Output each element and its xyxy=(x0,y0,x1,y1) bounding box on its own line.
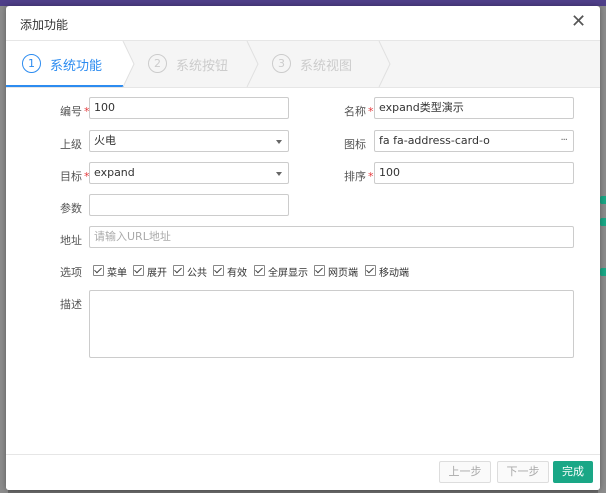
step-separator-icon xyxy=(122,41,135,87)
finish-button[interactable]: 完成 xyxy=(553,461,593,483)
step-number: 1 xyxy=(22,54,41,73)
icon-input-value: fa fa-address-card-o xyxy=(379,134,490,147)
parent-select-value: 火电 xyxy=(94,134,116,147)
required-mark: * xyxy=(368,170,374,183)
add-function-dialog: 添加功能 ✕ 1 系统功能 2 系统按钮 3 系统视图 编号 * 100 名称 * xyxy=(6,6,600,490)
sort-label: 排序 * xyxy=(344,170,374,183)
target-select-value: expand xyxy=(94,166,135,179)
step-number: 2 xyxy=(148,54,167,73)
background-marker xyxy=(600,218,606,226)
checkbox-checked-icon[interactable] xyxy=(314,265,325,276)
address-label: 地址 xyxy=(60,234,82,247)
description-textarea[interactable] xyxy=(89,290,574,358)
code-label: 编号 * xyxy=(60,105,90,118)
checkbox-checked-icon[interactable] xyxy=(213,265,224,276)
code-input[interactable]: 100 xyxy=(89,97,289,119)
checkbox-checked-icon[interactable] xyxy=(133,265,144,276)
dialog-title: 添加功能 xyxy=(20,18,69,32)
options-label: 选项 xyxy=(60,266,82,279)
background-marker xyxy=(600,268,606,276)
step-separator-icon xyxy=(246,41,259,87)
checkbox-checked-icon[interactable] xyxy=(93,265,104,276)
prev-button[interactable]: 上一步 xyxy=(439,461,491,483)
dialog-footer: 上一步 下一步 完成 xyxy=(6,454,600,490)
parent-select[interactable]: 火电 xyxy=(89,130,289,152)
checkbox-checked-icon[interactable] xyxy=(365,265,376,276)
function-form: 编号 * 100 名称 * expand类型演示 上级 火电 图标 fa fa-ad… xyxy=(6,86,600,446)
required-mark: * xyxy=(368,105,374,118)
step-label: 系统功能 xyxy=(50,59,103,74)
checkbox-checked-icon[interactable] xyxy=(173,265,184,276)
background-marker xyxy=(600,196,606,204)
name-label: 名称 * xyxy=(344,105,374,118)
target-label: 目标 * xyxy=(60,170,90,183)
description-label: 描述 xyxy=(60,298,82,311)
name-input[interactable]: expand类型演示 xyxy=(374,97,574,119)
step-number: 3 xyxy=(272,54,291,73)
checkbox-checked-icon[interactable] xyxy=(254,265,265,276)
step-label: 系统按钮 xyxy=(176,59,229,74)
next-button[interactable]: 下一步 xyxy=(497,461,549,483)
wizard-steps: 1 系统功能 2 系统按钮 3 系统视图 xyxy=(6,40,600,88)
param-input[interactable] xyxy=(89,194,289,216)
step-system-buttons[interactable]: 2 系统按钮 xyxy=(136,41,248,87)
more-icon[interactable]: ··· xyxy=(560,131,567,151)
sort-input[interactable]: 100 xyxy=(374,162,574,184)
param-label: 参数 xyxy=(60,202,82,215)
dialog-title-bar: 添加功能 ✕ xyxy=(6,6,600,40)
chevron-down-icon xyxy=(276,172,282,176)
parent-label: 上级 xyxy=(60,138,82,151)
icon-input[interactable]: fa fa-address-card-o ··· xyxy=(374,130,574,152)
icon-label: 图标 xyxy=(344,138,366,151)
address-input[interactable]: 请输入URL地址 xyxy=(89,226,574,248)
step-label: 系统视图 xyxy=(300,59,353,74)
step-separator-icon xyxy=(378,41,391,87)
close-icon[interactable]: ✕ xyxy=(571,13,586,31)
step-system-function[interactable]: 1 系统功能 xyxy=(6,41,124,87)
target-select[interactable]: expand xyxy=(89,162,289,184)
chevron-down-icon xyxy=(276,140,282,144)
step-system-views[interactable]: 3 系统视图 xyxy=(260,41,380,87)
